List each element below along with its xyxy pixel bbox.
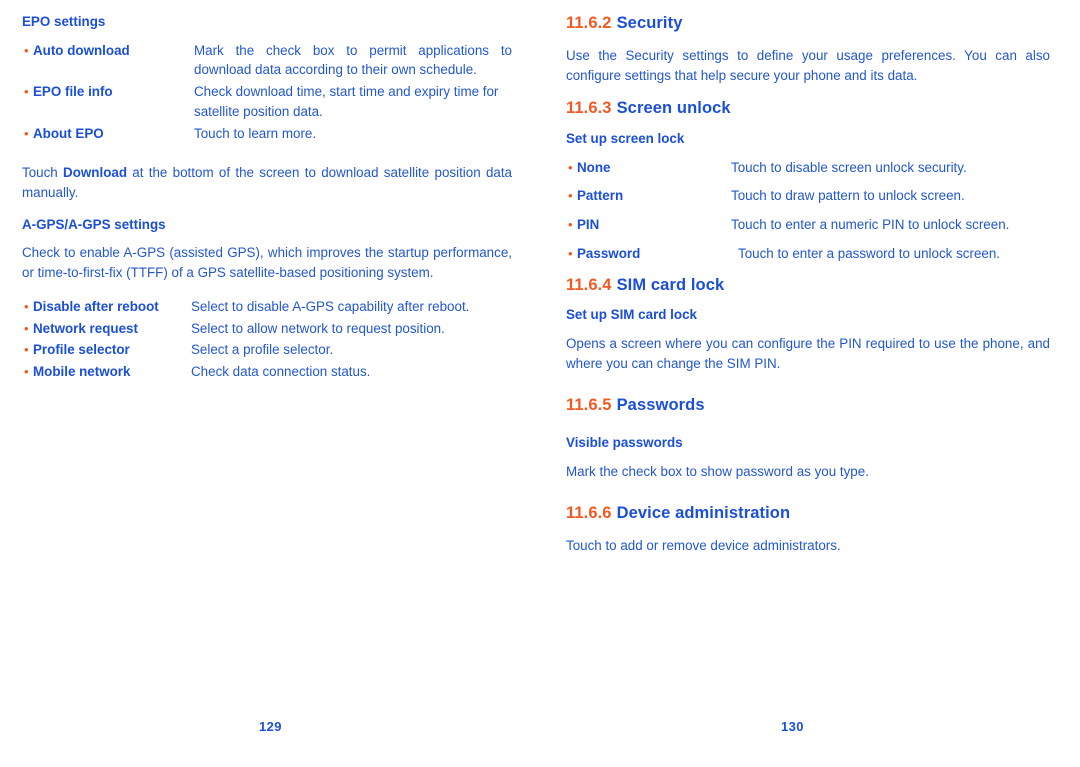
- list-item-description: Select to allow network to request posit…: [191, 320, 445, 336]
- heading-device-administration-number: 11.6.6: [566, 503, 612, 522]
- page-129: EPO settings • Auto download Mark the ch…: [0, 0, 540, 767]
- heading-sim-card-lock-number: 11.6.4: [566, 275, 612, 294]
- list-item-term: Disable after reboot: [33, 298, 159, 314]
- list-item: • Mobile network Check data connection s…: [22, 362, 512, 382]
- sim-card-lock-paragraph: Opens a screen where you can configure t…: [566, 336, 1050, 371]
- list-item-description: Check data connection status.: [191, 363, 371, 379]
- list-item-description: Select to disable A-GPS capability after…: [191, 298, 470, 314]
- bullet-icon: •: [24, 320, 29, 336]
- bullet-icon: •: [568, 217, 573, 233]
- list-item-description: Touch to draw pattern to unlock screen.: [731, 188, 965, 204]
- heading-set-up-sim-card-lock-bold: SIM: [610, 307, 635, 323]
- epo-download-paragraph-bold: Download: [63, 165, 128, 181]
- bullet-icon: •: [568, 245, 573, 261]
- list-item: • About EPO Touch to learn more.: [22, 124, 512, 144]
- list-item-description: Touch to learn more.: [194, 125, 317, 141]
- list-item-description: Touch to enter a password to unlock scre…: [738, 245, 1001, 261]
- list-item-term: Pattern: [577, 188, 624, 204]
- heading-agps-settings-bold: A-GPS/A-GPS: [22, 216, 111, 232]
- epo-settings-list: • Auto download Mark the check box to pe…: [22, 41, 512, 144]
- list-item: • Password Touch to enter a password to …: [566, 244, 1050, 264]
- heading-sim-card-lock-title: SIM card lock: [616, 275, 725, 294]
- page-130: 11.6.2 Security Use the Security settings…: [540, 0, 1080, 767]
- heading-screen-unlock-number: 11.6.3: [566, 99, 612, 118]
- heading-passwords: 11.6.5 Passwords: [566, 396, 1050, 416]
- list-item: • Auto download Mark the check box to pe…: [22, 41, 512, 80]
- list-item-description: Touch to disable screen unlock security.: [731, 159, 967, 175]
- heading-passwords-title: Passwords: [616, 395, 705, 414]
- list-item-term: About EPO: [33, 125, 104, 141]
- list-item-term: Password: [577, 245, 641, 261]
- heading-set-up-sim-card-lock: Set up SIM card lock: [566, 307, 1050, 324]
- list-item-term: Network request: [33, 320, 138, 336]
- list-item-description: Select a profile selector.: [191, 342, 334, 358]
- bullet-icon: •: [568, 188, 573, 204]
- heading-screen-unlock: 11.6.3 Screen unlock: [566, 99, 1050, 119]
- heading-device-administration: 11.6.6 Device administration: [566, 504, 1050, 524]
- heading-epo-settings-bold: EPO: [22, 14, 51, 29]
- bullet-icon: •: [24, 84, 29, 100]
- list-item-description: Touch to enter a numeric PIN to unlock s…: [731, 217, 1010, 233]
- page-number-left: 129: [259, 719, 282, 734]
- heading-set-up-sim-card-lock-post: card lock: [634, 307, 697, 323]
- list-item: • EPO file info Check download time, sta…: [22, 82, 512, 121]
- heading-device-administration-title: Device administration: [616, 503, 791, 522]
- list-item-term: EPO file info: [33, 84, 113, 100]
- heading-set-up-screen-lock: Set up screen lock: [566, 131, 685, 146]
- heading-sim-card-lock: 11.6.4 SIM card lock: [566, 276, 1050, 296]
- heading-agps-settings-rest: settings: [110, 216, 166, 232]
- list-item-term: PIN: [577, 217, 600, 233]
- bullet-icon: •: [24, 363, 29, 379]
- heading-epo-settings: EPO settings: [22, 14, 512, 31]
- list-item-term: Mobile network: [33, 363, 131, 379]
- page-number-right: 130: [781, 719, 804, 734]
- passwords-paragraph: Mark the check box to show password as y…: [566, 464, 869, 480]
- heading-security: 11.6.2 Security: [566, 14, 1050, 34]
- bullet-icon: •: [24, 125, 29, 141]
- heading-passwords-number: 11.6.5: [566, 395, 612, 414]
- heading-epo-settings-rest: settings: [50, 14, 106, 29]
- agps-settings-list: • Disable after reboot Select to disable…: [22, 297, 512, 382]
- heading-agps-settings: A-GPS/A-GPS settings: [22, 217, 512, 234]
- screen-lock-options-list: • None Touch to disable screen unlock se…: [566, 158, 1050, 264]
- security-paragraph: Use the Security settings to define your…: [566, 47, 1050, 83]
- bullet-icon: •: [24, 342, 29, 358]
- list-item-term: None: [577, 159, 611, 175]
- list-item: • Network request Select to allow networ…: [22, 319, 512, 339]
- bullet-icon: •: [24, 298, 29, 314]
- list-item: • PIN Touch to enter a numeric PIN to un…: [566, 215, 1050, 235]
- list-item: • Profile selector Select a profile sele…: [22, 340, 512, 360]
- heading-visible-passwords: Visible passwords: [566, 435, 683, 451]
- agps-paragraph: Check to enable A-GPS (assisted GPS), wh…: [22, 245, 512, 281]
- device-administration-paragraph: Touch to add or remove device administra…: [566, 537, 841, 553]
- list-item-term: Auto download: [33, 42, 130, 58]
- epo-download-paragraph-pre: Touch: [22, 165, 64, 181]
- bullet-icon: •: [568, 159, 573, 175]
- heading-set-up-sim-card-lock-pre: Set up: [566, 307, 611, 323]
- page-spread: EPO settings • Auto download Mark the ch…: [0, 0, 1080, 767]
- epo-download-paragraph: Touch Download at the bottom of the scre…: [22, 163, 512, 202]
- list-item-term: Profile selector: [33, 342, 130, 358]
- list-item: • None Touch to disable screen unlock se…: [566, 158, 1050, 178]
- bullet-icon: •: [24, 42, 29, 58]
- heading-security-number: 11.6.2: [566, 14, 612, 32]
- list-item: • Disable after reboot Select to disable…: [22, 297, 512, 317]
- list-item: • Pattern Touch to draw pattern to unloc…: [566, 186, 1050, 206]
- list-item-description: Mark the check box to permit application…: [194, 42, 512, 78]
- heading-screen-unlock-title: Screen unlock: [616, 99, 731, 118]
- list-item-description: Check download time, start time and expi…: [194, 84, 499, 119]
- heading-security-title: Security: [616, 14, 683, 32]
